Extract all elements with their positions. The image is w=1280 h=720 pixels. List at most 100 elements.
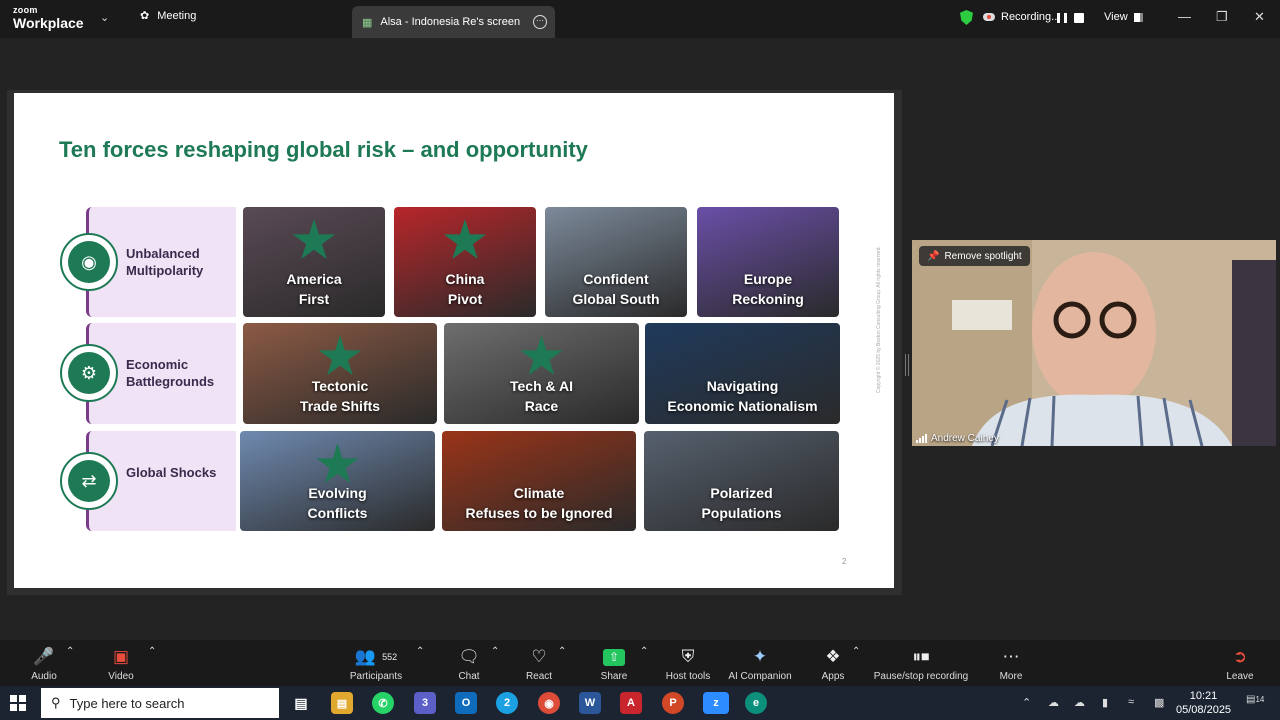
- close-button[interactable]: ✕: [1254, 9, 1265, 25]
- more-options-icon[interactable]: ···: [533, 15, 547, 29]
- edge-icon[interactable]: e: [745, 692, 767, 714]
- heart-icon: ♡: [531, 647, 547, 666]
- video-button[interactable]: ▣ Video: [105, 646, 137, 682]
- slide-title: Ten forces reshaping global risk – and o…: [59, 137, 588, 162]
- zoom-app-icon[interactable]: z: [703, 692, 729, 714]
- force-tile: Confident Global South: [545, 207, 687, 317]
- leave-button[interactable]: ➲ Leave: [1224, 646, 1256, 682]
- video-label: Video: [108, 671, 134, 682]
- battery-icon[interactable]: ▮: [1102, 696, 1108, 709]
- react-button[interactable]: ♡ React: [524, 646, 554, 682]
- restore-button[interactable]: ❐: [1216, 9, 1228, 25]
- ai-companion-button[interactable]: ✦ AI Companion: [727, 646, 793, 682]
- notification-center-icon[interactable]: ▤14: [1246, 694, 1264, 705]
- page-number: 2: [842, 557, 847, 566]
- force-label: Polarized Populations: [701, 485, 782, 521]
- shared-slide: Ten forces reshaping global risk – and o…: [14, 93, 894, 588]
- participant-name: Andrew Cainey: [931, 433, 999, 444]
- apps-button[interactable]: ❖ Apps: [818, 646, 848, 682]
- chat-button[interactable]: 🗨 Chat: [455, 646, 483, 682]
- force-label: Evolving Conflicts: [307, 485, 368, 521]
- onedrive-sync-icon[interactable]: ☁: [1048, 696, 1059, 709]
- camera-off-icon: ▣: [112, 647, 130, 666]
- teams-icon[interactable]: 3: [414, 692, 436, 714]
- ai-companion-label: AI Companion: [728, 671, 792, 682]
- meeting-toolbar: 🎤 Audio ⌃ ▣ Video ⌃ 👥 552 Participants ⌃ …: [0, 640, 1280, 686]
- audio-options-chevron-icon[interactable]: ⌃: [66, 646, 74, 657]
- security-shield-icon[interactable]: [960, 10, 973, 25]
- video-options-chevron-icon[interactable]: ⌃: [148, 646, 156, 657]
- remove-spotlight-label: Remove spotlight: [944, 250, 1022, 262]
- category-label: Economic Battlegrounds: [126, 357, 215, 389]
- share-button[interactable]: ⇧ Share: [598, 646, 630, 682]
- tab-shared-screen-label: Alsa - Indonesia Re's screen: [380, 16, 521, 28]
- force-tile: America First: [243, 207, 385, 317]
- globe-network-icon: ◉: [60, 233, 118, 291]
- pin-icon: 📌: [927, 250, 940, 262]
- chrome-icon[interactable]: ◉: [538, 692, 560, 714]
- react-options-chevron-icon[interactable]: ⌃: [558, 646, 566, 657]
- category-label: Unbalanced Multipolarity: [126, 246, 204, 278]
- cloud-icon[interactable]: ☁: [1074, 696, 1085, 709]
- chat-options-chevron-icon[interactable]: ⌃: [491, 646, 499, 657]
- shield-icon: ⛨: [681, 647, 695, 666]
- acrobat-icon[interactable]: A: [620, 692, 642, 714]
- edge-profile-icon[interactable]: 2: [496, 692, 518, 714]
- word-icon[interactable]: W: [579, 692, 601, 714]
- taskbar-clock[interactable]: 10:21 05/08/2025: [1176, 689, 1231, 717]
- star-icon: [292, 219, 336, 260]
- more-button[interactable]: ⋯ More: [996, 646, 1026, 682]
- display-icon[interactable]: ▩: [1154, 696, 1164, 709]
- view-layout-icon: [1133, 12, 1143, 22]
- force-tile: Evolving Conflicts: [240, 431, 435, 531]
- file-explorer-icon[interactable]: ▤: [331, 692, 353, 714]
- title-bar: zoom Workplace ⌄ ✿ Meeting ▦ Alsa - Indo…: [0, 0, 1280, 38]
- share-options-chevron-icon[interactable]: ⌃: [640, 646, 648, 657]
- recording-indicator[interactable]: Recording...: [983, 11, 1060, 23]
- participant-video[interactable]: 📌 Remove spotlight Andrew Cainey: [912, 240, 1276, 446]
- force-tile: Tech & AI Race: [444, 323, 639, 424]
- star-icon: [318, 335, 362, 376]
- view-button[interactable]: View: [1104, 11, 1143, 23]
- windows-taskbar: ⚲ Type here to search ▤ ▤ ✆ 3 O 2 ◉ W A …: [0, 686, 1280, 720]
- minimize-button[interactable]: —: [1178, 9, 1191, 24]
- share-screen-icon: ⇧: [603, 648, 625, 666]
- pause-stop-recording-button[interactable]: ⏸⏹ Pause/stop recording: [870, 646, 972, 682]
- more-dots-icon: ⋯: [1002, 647, 1020, 666]
- wifi-icon[interactable]: ≈: [1128, 696, 1134, 708]
- windows-start-icon[interactable]: [10, 695, 26, 711]
- pause-recording-button[interactable]: [1057, 13, 1067, 23]
- chevron-down-icon[interactable]: ⌄: [100, 11, 109, 24]
- screen-share-icon: ▦: [362, 16, 373, 29]
- participants-options-chevron-icon[interactable]: ⌃: [416, 646, 424, 657]
- resize-handle[interactable]: [905, 354, 909, 376]
- remove-spotlight-button[interactable]: 📌 Remove spotlight: [919, 246, 1030, 266]
- view-label: View: [1104, 11, 1128, 23]
- apps-options-chevron-icon[interactable]: ⌃: [852, 646, 860, 657]
- react-label: React: [525, 671, 553, 682]
- outlook-icon[interactable]: O: [455, 692, 477, 714]
- task-view-icon[interactable]: ▤: [290, 692, 312, 714]
- whatsapp-icon[interactable]: ✆: [372, 692, 394, 714]
- force-label: Europe Reckoning: [732, 271, 804, 307]
- powerpoint-icon[interactable]: P: [662, 692, 684, 714]
- taskbar-search-box[interactable]: ⚲ Type here to search: [41, 688, 279, 718]
- host-tools-button[interactable]: ⛨ Host tools: [664, 646, 712, 682]
- logo-line1: zoom: [13, 5, 38, 15]
- tab-meeting[interactable]: ✿ Meeting: [140, 9, 197, 23]
- participants-button[interactable]: 👥 552 Participants: [346, 646, 406, 682]
- tab-shared-screen[interactable]: ▦ Alsa - Indonesia Re's screen ···: [352, 6, 555, 38]
- tray-overflow-chevron-icon[interactable]: ⌃: [1022, 696, 1031, 709]
- chat-label: Chat: [458, 671, 480, 682]
- tab-meeting-label: Meeting: [157, 9, 197, 22]
- stop-recording-button[interactable]: [1074, 13, 1084, 23]
- zoom-logo: zoom Workplace: [13, 5, 84, 31]
- force-tile: Climate Refuses to be Ignored: [442, 431, 636, 531]
- clock-date: 05/08/2025: [1176, 704, 1232, 716]
- leave-icon: ➲: [1232, 647, 1248, 666]
- participant-name-tag: Andrew Cainey: [916, 433, 999, 444]
- audio-button[interactable]: 🎤 Audio: [28, 646, 60, 682]
- share-label: Share: [600, 671, 628, 682]
- people-exchange-icon: ⇄: [60, 452, 118, 510]
- category-unbalanced-multipolarity: ◉ Unbalanced Multipolarity: [60, 207, 236, 317]
